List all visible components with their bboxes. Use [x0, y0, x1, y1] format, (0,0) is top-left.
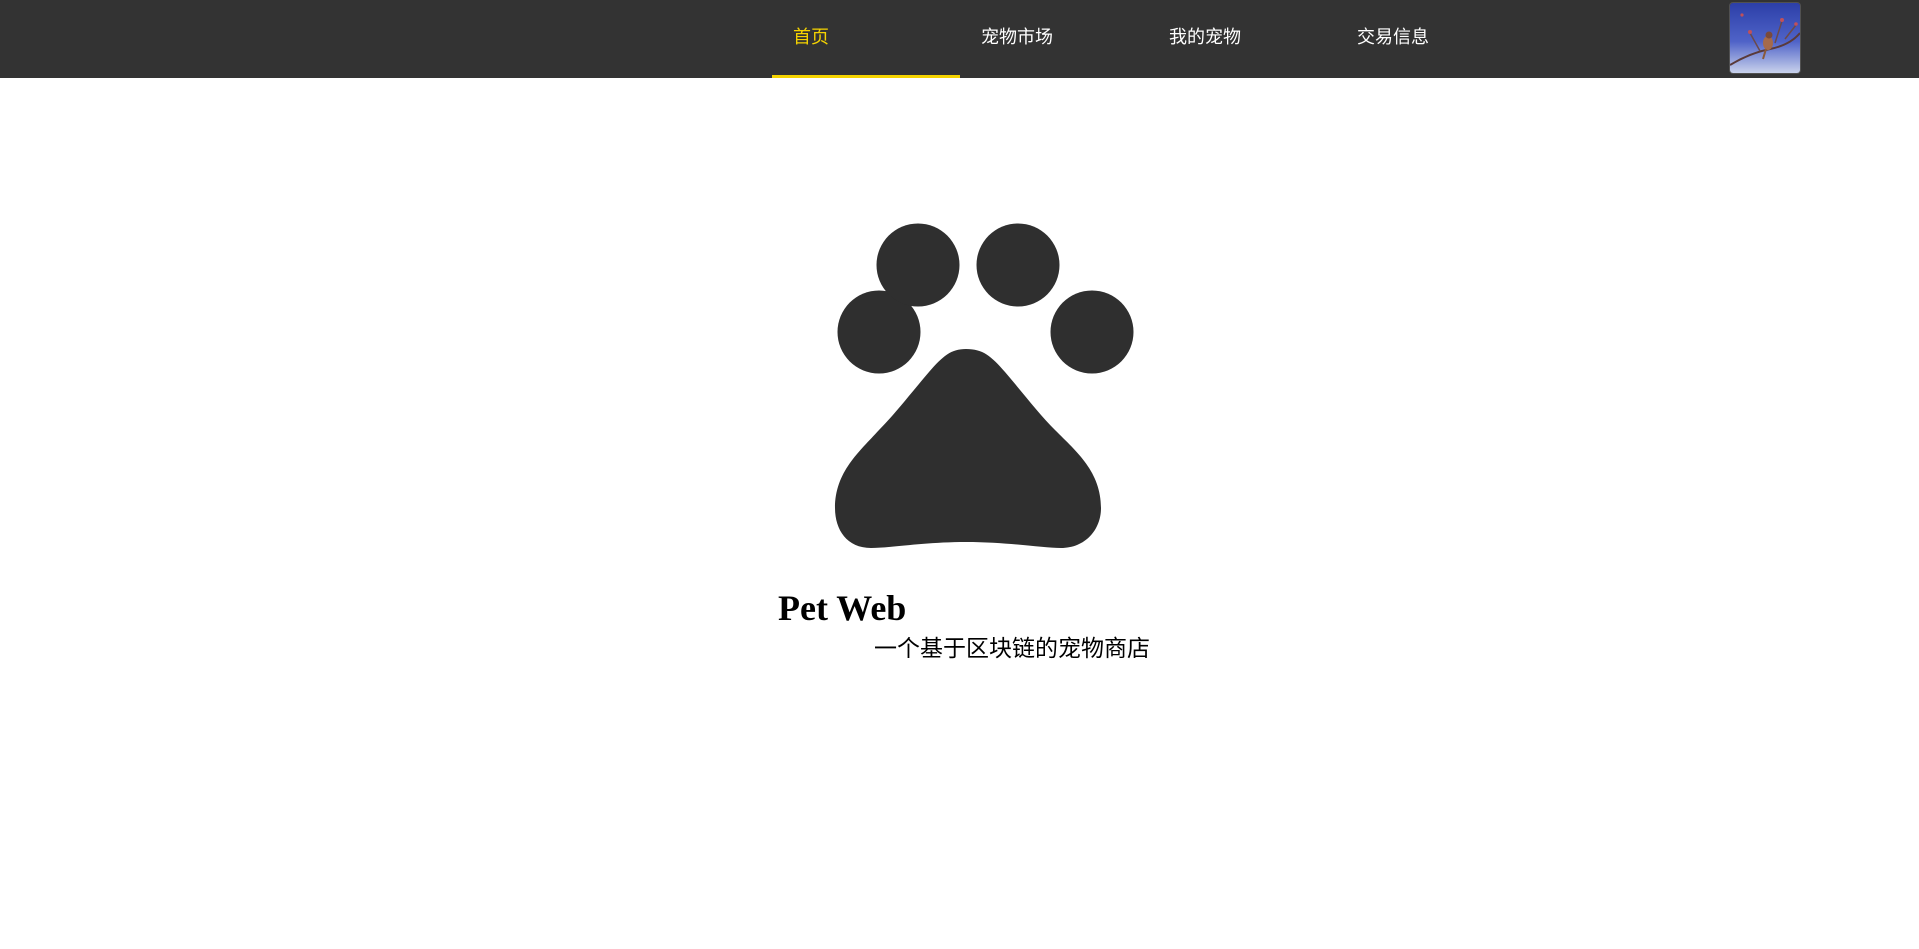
- nav-item-label: 交易信息: [1357, 27, 1429, 48]
- nav-item-home[interactable]: 首页: [772, 0, 960, 78]
- paw-toe: [1050, 290, 1134, 374]
- nav-item-label: 我的宠物: [1169, 27, 1241, 48]
- user-avatar[interactable]: [1730, 3, 1800, 73]
- top-navbar: 首页 宠物市场 我的宠物 交易信息: [0, 0, 1919, 78]
- paw-pad: [835, 349, 1101, 548]
- paw-toe: [876, 223, 960, 307]
- nav-item-label: 宠物市场: [981, 27, 1053, 48]
- nav-item-my-pets[interactable]: 我的宠物: [1148, 0, 1336, 78]
- paw-print-icon: [835, 223, 1134, 548]
- paw-toe: [976, 223, 1060, 307]
- site-subtitle: 一个基于区块链的宠物商店: [874, 636, 1150, 662]
- nav-item-label: 首页: [793, 27, 829, 48]
- nav-item-pet-market[interactable]: 宠物市场: [960, 0, 1148, 78]
- site-title: Pet Web: [778, 588, 907, 628]
- nav-item-transactions[interactable]: 交易信息: [1336, 0, 1524, 78]
- bird-avatar-icon: [1730, 3, 1800, 73]
